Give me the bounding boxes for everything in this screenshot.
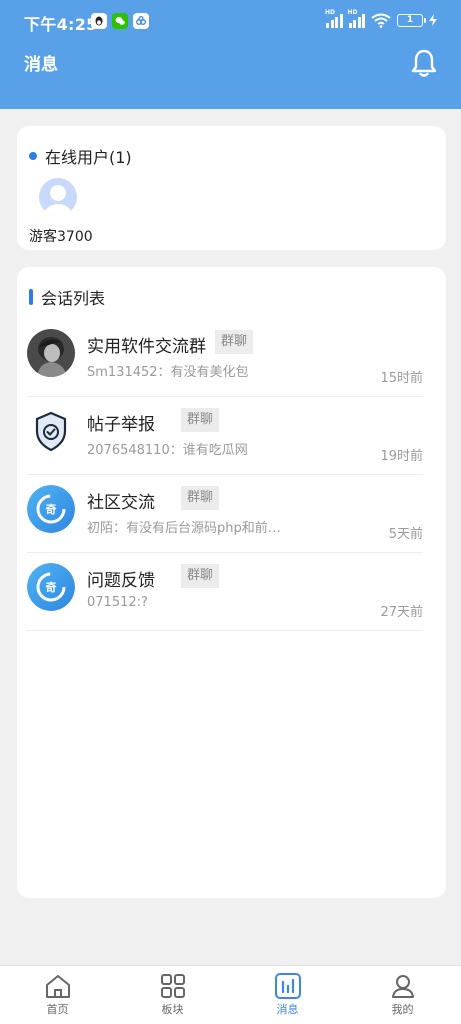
signal-icon: HD — [348, 9, 365, 28]
tab-label: 板块 — [161, 1003, 184, 1016]
svg-text:奇: 奇 — [46, 580, 57, 594]
online-users-title: 在线用户(1) — [29, 144, 132, 168]
wechat-icon — [112, 13, 128, 29]
status-indicators: HD HD 1 — [325, 9, 437, 28]
header: 下午4:25 HD HD 1 消息 — [0, 0, 461, 109]
user-avatar[interactable] — [39, 178, 77, 216]
tab-me[interactable]: 我的 — [345, 966, 460, 1024]
shield-check-avatar — [27, 407, 75, 455]
online-users-card: 在线用户(1) 游客3700 — [17, 126, 446, 250]
session-row[interactable]: 实用软件交流群 群聊 Sm131452：有没有美化包 15时前 — [27, 319, 423, 397]
session-row[interactable]: 帖子举报 群聊 2076548110：谁有吃瓜网 19时前 — [27, 397, 423, 475]
session-name: 帖子举报 — [87, 415, 155, 435]
signal-icon: HD — [325, 9, 343, 28]
session-preview: 071512:? — [87, 595, 148, 610]
online-user-name[interactable]: 游客3700 — [29, 226, 93, 246]
qi-logo-avatar: 奇 — [27, 563, 75, 611]
qq-icon — [91, 13, 107, 29]
session-time: 15时前 — [380, 371, 423, 386]
grid-icon — [160, 974, 185, 998]
page-title: 消息 — [24, 55, 58, 75]
session-time: 19时前 — [380, 449, 423, 464]
session-name: 社区交流 — [87, 493, 155, 513]
user-icon — [391, 975, 414, 998]
charging-icon — [429, 14, 437, 26]
title-dot — [29, 152, 37, 160]
group-chat-badge: 群聊 — [181, 564, 220, 588]
bell-icon[interactable] — [410, 48, 438, 78]
tab-label: 消息 — [276, 1003, 299, 1016]
session-list-heading: 会话列表 — [41, 289, 106, 308]
home-icon — [45, 975, 70, 998]
session-row[interactable]: 奇 社区交流 群聊 初陌：有没有后台源码php和前… 5天前 — [27, 475, 423, 553]
session-list-title: 会话列表 — [29, 285, 105, 309]
wifi-icon — [371, 13, 391, 28]
title-bar — [29, 289, 33, 305]
session-name: 实用软件交流群 — [87, 337, 206, 357]
tab-messages[interactable]: 消息 — [230, 966, 345, 1024]
app-notification-icon — [133, 13, 149, 29]
session-time: 27天前 — [380, 605, 423, 620]
session-row[interactable]: 奇 问题反馈 群聊 071512:? 27天前 — [27, 553, 423, 631]
svg-text:奇: 奇 — [46, 502, 57, 516]
status-time: 下午4:25 — [24, 15, 98, 34]
battery-icon: 1 — [397, 13, 426, 27]
tab-label: 首页 — [46, 1003, 69, 1016]
photo-avatar — [27, 329, 75, 377]
status-bar: 下午4:25 HD HD 1 — [0, 8, 461, 36]
session-time: 5天前 — [388, 527, 423, 542]
group-chat-badge: 群聊 — [181, 408, 220, 432]
session-list-card: 会话列表 实用软件交流群 群聊 Sm131452：有没有美化包 15时前 帖子举… — [17, 267, 446, 898]
tab-home[interactable]: 首页 — [0, 966, 115, 1024]
session-preview: 2076548110：谁有吃瓜网 — [87, 443, 248, 458]
battery-level: 1 — [406, 15, 414, 25]
bottom-tab-bar: 首页 板块 消息 我的 — [0, 965, 461, 1024]
group-chat-badge: 群聊 — [215, 330, 254, 354]
session-preview: Sm131452：有没有美化包 — [87, 365, 249, 380]
tab-sections[interactable]: 板块 — [115, 966, 230, 1024]
session-name: 问题反馈 — [87, 571, 155, 591]
session-preview: 初陌：有没有后台源码php和前… — [87, 521, 281, 536]
message-chart-icon — [274, 973, 301, 999]
notification-icons — [91, 13, 149, 29]
group-chat-badge: 群聊 — [181, 486, 220, 510]
tab-label: 我的 — [391, 1003, 414, 1016]
qi-logo-avatar: 奇 — [27, 485, 75, 533]
online-users-heading: 在线用户(1) — [45, 148, 132, 167]
